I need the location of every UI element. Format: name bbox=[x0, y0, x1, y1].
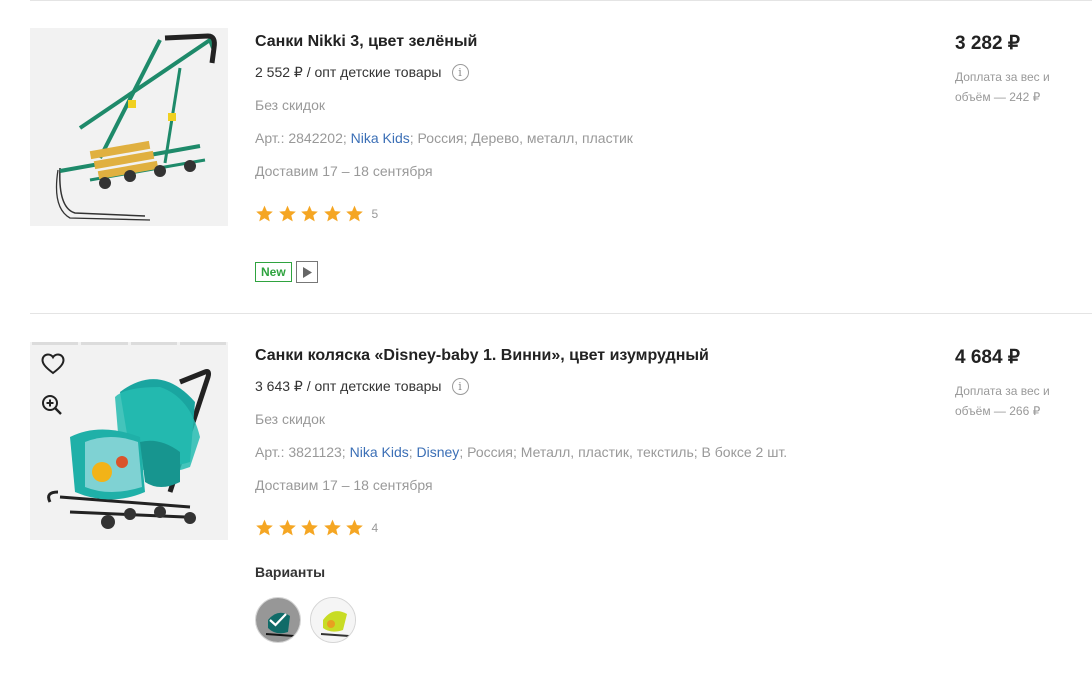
info-icon[interactable]: i bbox=[451, 64, 469, 81]
variant-yellow[interactable] bbox=[310, 597, 356, 643]
star-icon bbox=[255, 204, 278, 224]
checkmark-icon bbox=[269, 613, 287, 627]
selected-overlay bbox=[256, 598, 300, 642]
wholesale-price-text: 3 643 ₽ / опт детские товары bbox=[255, 378, 442, 394]
video-play-icon[interactable] bbox=[295, 261, 318, 283]
brand-link[interactable]: Nika Kids bbox=[350, 444, 409, 460]
new-badge: New bbox=[255, 262, 292, 282]
product-price: 4 684 ₽ bbox=[955, 347, 1020, 368]
product-attributes: Арт.: 3821123; Nika Kids; Disney; Россия… bbox=[255, 444, 787, 460]
review-count[interactable]: 5 bbox=[372, 207, 379, 221]
article-number: Арт.: 2842202; bbox=[255, 130, 347, 146]
discount-status: Без скидок bbox=[255, 97, 325, 113]
variant-thumbnail bbox=[311, 598, 355, 642]
brand-link[interactable]: Nika Kids bbox=[351, 130, 410, 146]
article-number: Арт.: 3821123; bbox=[255, 444, 346, 460]
star-icon bbox=[255, 518, 278, 538]
product-image[interactable] bbox=[30, 28, 228, 226]
product-image[interactable] bbox=[30, 342, 228, 540]
weight-surcharge: Доплата за вес и объём — 242 ₽ bbox=[955, 70, 1050, 104]
delivery-date: Доставим 17 – 18 сентября bbox=[255, 163, 433, 179]
rating-stars: 5 bbox=[255, 204, 378, 224]
star-icon bbox=[278, 204, 301, 224]
variant-selector bbox=[255, 597, 356, 643]
star-icon bbox=[300, 518, 323, 538]
product-divider bbox=[30, 313, 1092, 314]
price-box: 4 684 ₽ Доплата за вес и объём — 266 ₽ bbox=[955, 342, 1085, 421]
price-box: 3 282 ₽ Доплата за вес и объём — 242 ₽ bbox=[955, 28, 1085, 107]
product-card-nikki3: Санки Nikki 3, цвет зелёный 2 552 ₽ / оп… bbox=[30, 28, 1092, 298]
variants-label: Варианты bbox=[255, 564, 326, 580]
star-icon bbox=[323, 518, 346, 538]
wholesale-price: 2 552 ₽ / опт детские товары i bbox=[255, 64, 469, 81]
wholesale-price: 3 643 ₽ / опт детские товары i bbox=[255, 378, 469, 395]
gallery-dot[interactable] bbox=[81, 342, 128, 345]
gallery-dot[interactable] bbox=[130, 342, 177, 345]
zoom-button[interactable] bbox=[41, 394, 67, 420]
product-price: 3 282 ₽ bbox=[955, 33, 1020, 54]
gallery-dot[interactable] bbox=[32, 342, 79, 345]
product-attributes: Арт.: 2842202; Nika Kids; Россия; Дерево… bbox=[255, 130, 633, 146]
attributes-rest: ; Россия; Дерево, металл, пластик bbox=[409, 130, 633, 146]
review-count[interactable]: 4 bbox=[372, 521, 379, 535]
product-title[interactable]: Санки коляска «Disney-baby 1. Винни», цв… bbox=[255, 345, 709, 367]
weight-surcharge: Доплата за вес и объём — 266 ₽ bbox=[955, 384, 1050, 418]
gallery-dot[interactable] bbox=[179, 342, 226, 345]
discount-status: Без скидок bbox=[255, 411, 325, 427]
rating-stars: 4 bbox=[255, 518, 378, 538]
delivery-date: Доставим 17 – 18 сентября bbox=[255, 477, 433, 493]
zoom-in-icon bbox=[42, 395, 62, 415]
sled-illustration bbox=[55, 33, 217, 221]
top-divider bbox=[30, 0, 1092, 1]
attributes-rest: ; Россия; Металл, пластик, текстиль; В б… bbox=[459, 444, 788, 460]
star-icon bbox=[300, 204, 323, 224]
star-icon bbox=[278, 518, 301, 538]
info-icon[interactable]: i bbox=[451, 378, 469, 395]
brand-link-disney[interactable]: Disney bbox=[417, 444, 460, 460]
product-card-disney-baby: Санки коляска «Disney-baby 1. Винни», цв… bbox=[30, 342, 1092, 662]
heart-icon bbox=[41, 353, 65, 375]
product-badges: New bbox=[255, 261, 318, 283]
star-icon bbox=[345, 204, 368, 224]
product-title[interactable]: Санки Nikki 3, цвет зелёный bbox=[255, 31, 477, 53]
add-to-favorites-button[interactable] bbox=[41, 353, 67, 379]
star-icon bbox=[323, 204, 346, 224]
variant-emerald[interactable] bbox=[255, 597, 301, 643]
image-gallery-indicator bbox=[32, 342, 226, 345]
separator: ; bbox=[408, 444, 413, 460]
star-icon bbox=[345, 518, 368, 538]
wholesale-price-text: 2 552 ₽ / опт детские товары bbox=[255, 64, 442, 80]
